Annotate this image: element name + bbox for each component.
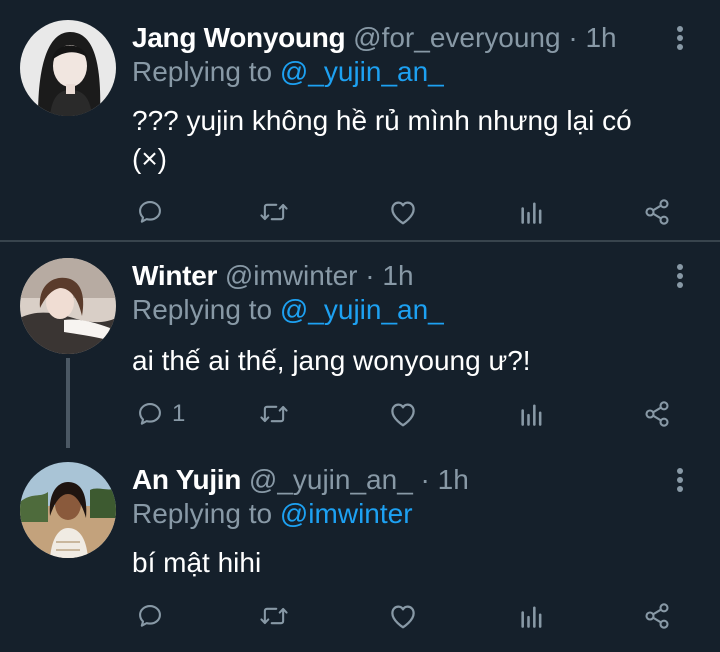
display-name[interactable]: Winter <box>132 260 217 291</box>
reply-button[interactable]: 1 <box>136 394 185 434</box>
reply-count: 1 <box>172 400 186 427</box>
like-button[interactable] <box>388 394 418 434</box>
action-bar <box>132 596 692 636</box>
replying-handle[interactable]: @_yujin_an_ <box>280 56 444 87</box>
tweet-header: An Yujin @_yujin_an_ · 1h <box>132 460 469 500</box>
display-name[interactable]: An Yujin <box>132 464 241 495</box>
share-button[interactable] <box>642 192 672 232</box>
replying-to: Replying to @_yujin_an_ <box>132 56 444 88</box>
replying-prefix: Replying to <box>132 294 280 325</box>
tweet-2[interactable]: Winter @imwinter · 1h Replying to @_yuji… <box>0 242 720 448</box>
share-button[interactable] <box>642 394 672 434</box>
replying-prefix: Replying to <box>132 56 280 87</box>
tweet-text-line: (×) <box>132 143 167 174</box>
analytics-button[interactable] <box>518 596 546 636</box>
handle-time: @_yujin_an_ · 1h <box>248 464 469 495</box>
more-options-icon[interactable] <box>664 460 696 500</box>
replying-to: Replying to @_yujin_an_ <box>132 294 444 326</box>
like-icon <box>391 605 415 629</box>
tweet-text-line: ai thế ai thế, jang wonyoung ư?! <box>132 345 531 376</box>
avatar-jang-wonyoung[interactable] <box>20 20 116 116</box>
tweet-text-line: ??? yujin không hề rủ mình nhưng lại có <box>132 105 632 136</box>
share-icon <box>645 199 669 225</box>
reply-button[interactable] <box>136 596 172 636</box>
tweet-text: bí mật hihi <box>132 544 692 582</box>
share-icon <box>645 603 669 629</box>
avatar-winter[interactable] <box>20 258 116 354</box>
retweet-icon <box>260 203 288 221</box>
like-icon <box>391 201 415 225</box>
reply-icon <box>139 605 161 627</box>
like-button[interactable] <box>388 192 418 232</box>
replying-prefix: Replying to <box>132 498 280 529</box>
like-icon <box>391 403 415 427</box>
tweet-header: Jang Wonyoung @for_everyoung · 1h <box>132 18 617 58</box>
action-bar: 1 <box>132 394 692 434</box>
tweet-header: Winter @imwinter · 1h <box>132 256 414 296</box>
analytics-button[interactable] <box>518 394 546 434</box>
more-options-icon[interactable] <box>664 18 696 58</box>
tweet-text: ai thế ai thế, jang wonyoung ư?! <box>132 342 692 380</box>
analytics-icon <box>521 202 542 224</box>
replying-handle[interactable]: @_yujin_an_ <box>280 294 444 325</box>
tweet-1[interactable]: Jang Wonyoung @for_everyoung · 1h Replyi… <box>0 0 720 240</box>
thread-line <box>66 358 70 448</box>
more-options-icon[interactable] <box>664 256 696 296</box>
retweet-icon <box>260 607 288 625</box>
share-icon <box>645 401 669 427</box>
avatar-an-yujin[interactable] <box>20 462 116 558</box>
share-button[interactable] <box>642 596 672 636</box>
reply-button[interactable] <box>136 192 172 232</box>
handle-time: @for_everyoung · 1h <box>353 22 617 53</box>
analytics-icon <box>521 404 542 426</box>
display-name[interactable]: Jang Wonyoung <box>132 22 346 53</box>
like-button[interactable] <box>388 596 418 636</box>
analytics-button[interactable] <box>518 192 546 232</box>
retweet-icon <box>260 405 288 423</box>
tweet-3[interactable]: An Yujin @_yujin_an_ · 1h Replying to @i… <box>0 448 720 652</box>
retweet-button[interactable] <box>258 394 290 434</box>
replying-handle[interactable]: @imwinter <box>280 498 413 529</box>
tweet-text: ??? yujin không hề rủ mình nhưng lại có … <box>132 102 692 178</box>
analytics-icon <box>521 606 542 628</box>
reply-icon <box>139 403 161 425</box>
replying-to: Replying to @imwinter <box>132 498 413 530</box>
action-bar <box>132 192 692 232</box>
handle-time: @imwinter · 1h <box>224 260 414 291</box>
reply-icon <box>139 201 161 223</box>
retweet-button[interactable] <box>258 192 290 232</box>
tweet-text-line: bí mật hihi <box>132 547 262 578</box>
retweet-button[interactable] <box>258 596 290 636</box>
